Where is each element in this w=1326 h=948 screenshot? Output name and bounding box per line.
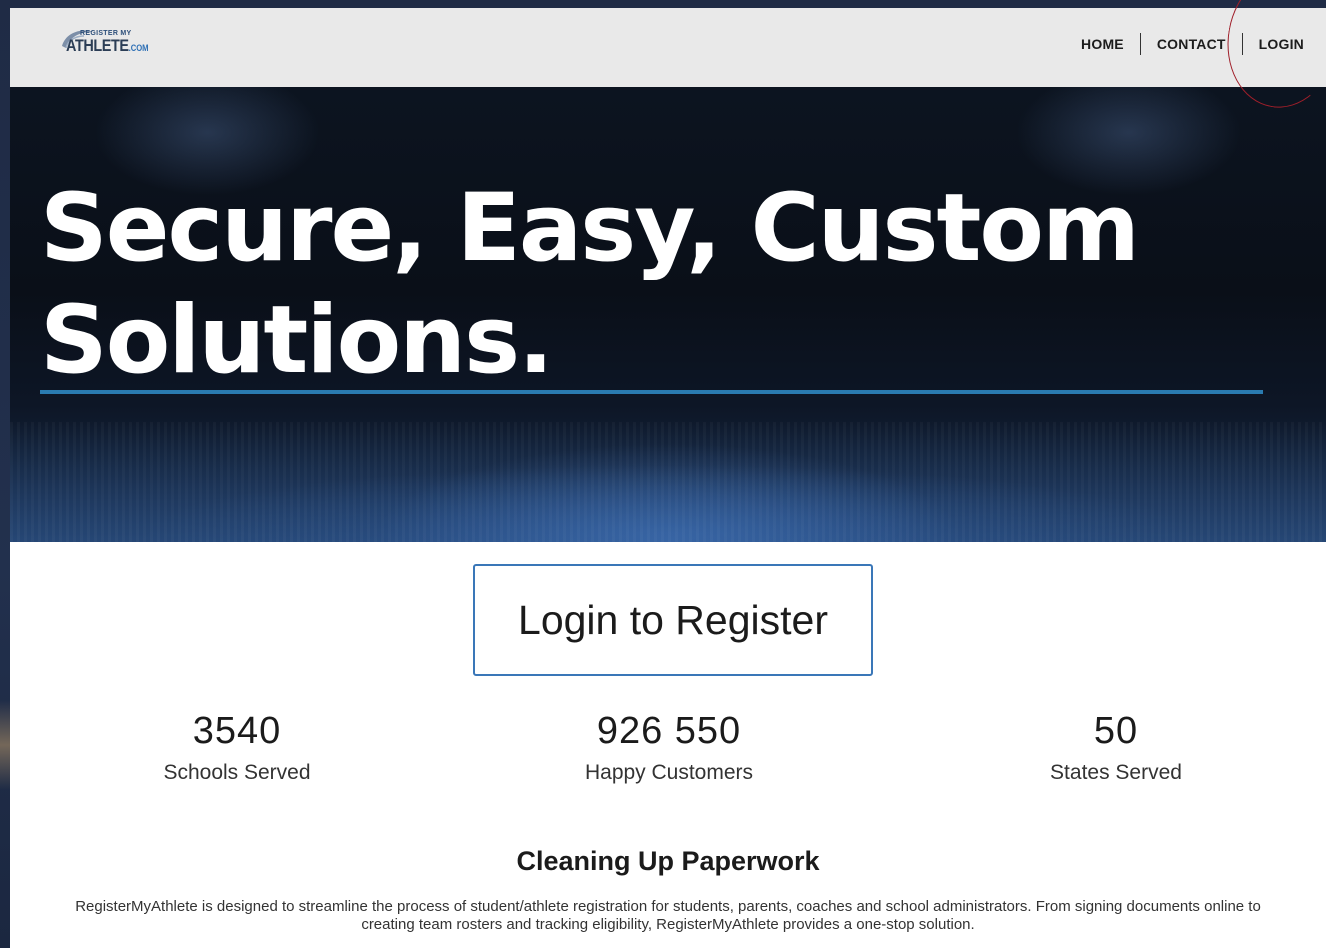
section-description: RegisterMyAthlete is designed to streaml… <box>75 898 1261 933</box>
window-frame-left <box>0 0 10 948</box>
site-logo[interactable]: REGISTER MY ATHLETE.COM <box>56 24 166 64</box>
section-title: Cleaning Up Paperwork <box>516 846 820 876</box>
stat-value: 926 550 <box>596 710 742 752</box>
stat-label: Happy Customers <box>584 761 754 784</box>
hero-title-line2: Solutions. <box>40 286 554 395</box>
hero-banner: Secure, Easy, Custom Solutions. <box>10 87 1326 542</box>
stat-states: 50 States Served <box>966 708 1266 786</box>
site-header: REGISTER MY ATHLETE.COM HOME CONTACT LOG… <box>10 8 1326 87</box>
hero-title: Secure, Easy, Custom Solutions. <box>40 173 1280 397</box>
hero-floor-texture <box>10 422 1326 542</box>
frame-accent <box>0 700 10 790</box>
logo-big-text: ATHLETE.COM <box>66 36 149 55</box>
login-to-register-button[interactable]: Login to Register <box>473 564 873 676</box>
hero-title-line1: Secure, Easy, Custom <box>40 174 1140 283</box>
nav-home[interactable]: HOME <box>1065 36 1140 52</box>
stat-schools: 3540 Schools Served <box>87 708 387 786</box>
hero-underline <box>40 390 1263 394</box>
website: REGISTER MY ATHLETE.COM HOME CONTACT LOG… <box>10 8 1326 948</box>
stat-value: 3540 <box>192 710 282 752</box>
stat-label: Schools Served <box>163 761 311 784</box>
stat-value: 50 <box>1093 710 1139 752</box>
stat-label: States Served <box>1050 761 1182 784</box>
window-frame-top <box>0 0 1326 8</box>
stat-customers: 926 550 Happy Customers <box>519 708 819 786</box>
